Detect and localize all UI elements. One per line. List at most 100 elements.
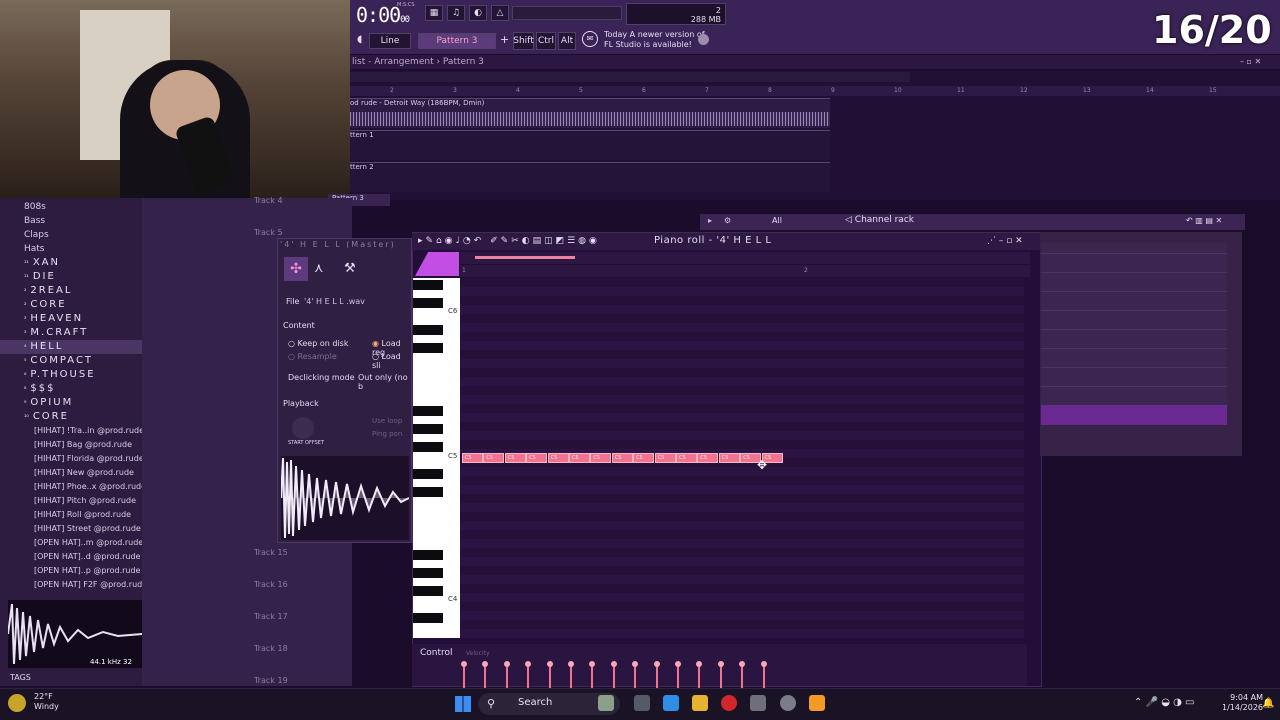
piano-black-key[interactable] [413, 550, 443, 560]
browser-pack-item[interactable]: ⁶ P.THOUSE [0, 368, 142, 382]
browser-sample-item[interactable]: [HIHAT] Florida @prod.rude [0, 452, 142, 466]
velocity-bar[interactable] [719, 664, 722, 688]
browser-pack-item[interactable]: ⁴ HELL [0, 340, 142, 354]
playlist-ruler[interactable]: 2 3 4 5 6 7 8 9 10 11 12 13 14 15 [350, 86, 1280, 96]
browser-pack-item[interactable]: ¹¹ XAN [0, 256, 142, 270]
velocity-bar[interactable] [505, 664, 508, 688]
velocity-bar[interactable] [570, 664, 572, 688]
playlist-window-controls[interactable]: – ▫ ✕ [1240, 57, 1261, 66]
track-label[interactable]: Track 15 [254, 548, 288, 557]
pattern-clip-2[interactable]: ttern 2 [350, 162, 830, 192]
piano-note[interactable]: C5 [569, 453, 590, 463]
chrome-icon[interactable] [780, 695, 796, 711]
snap-select[interactable]: Line [369, 33, 411, 49]
tray-icons[interactable]: ⌃ 🎤 ◒ ◑ ▭ [1134, 697, 1194, 708]
step-icon[interactable]: ♫ [447, 5, 465, 21]
velocity-handle[interactable] [568, 661, 574, 667]
rack-filter[interactable]: All [772, 216, 782, 225]
velocity-handle[interactable] [653, 661, 660, 667]
rack-arrow-icon[interactable]: ▸ [708, 216, 712, 225]
piano-black-key[interactable] [413, 343, 443, 353]
piano-note[interactable]: C5 [676, 453, 697, 463]
magnet-icon[interactable]: ◖ [357, 34, 362, 45]
browser-sample-item[interactable]: [HIHAT] New @prod.rude [0, 466, 142, 480]
keep-on-disk-option[interactable]: ○ Keep on disk [288, 339, 348, 348]
browser-folder[interactable]: Bass [0, 214, 142, 228]
track-label[interactable]: Track 17 [254, 612, 288, 621]
velocity-handle[interactable] [610, 661, 617, 667]
start-offset-knob[interactable] [292, 417, 314, 439]
fl-studio-icon[interactable] [809, 695, 825, 711]
browser-pack-item[interactable]: ³ HEAVEN [0, 312, 142, 326]
add-pattern-icon[interactable]: + [500, 33, 509, 46]
piano-note[interactable]: C5 [718, 453, 740, 463]
piano-black-key[interactable] [413, 280, 443, 290]
opera-icon[interactable] [721, 695, 737, 711]
file-name[interactable]: '4' H E L L .wav [304, 297, 365, 306]
browser-sample-item[interactable]: [HIHAT] Street @prod.rude [0, 522, 142, 536]
browser-sample-item[interactable]: [OPEN HAT]..p @prod.rude [0, 564, 142, 578]
piano-roll-window-controls[interactable]: ⋰ – ▫ ✕ [987, 236, 1023, 246]
load-sli-option[interactable]: ○ Load sli [372, 352, 411, 370]
browser-pack-item[interactable]: ¹⁰ CORE [0, 410, 142, 424]
velocity-bar[interactable] [634, 664, 637, 688]
velocity-handle[interactable] [760, 661, 767, 667]
browser-tags[interactable]: TAGS [0, 670, 142, 686]
taskview-icon[interactable] [634, 695, 650, 711]
piano-note[interactable]: C5 [483, 453, 505, 463]
notification-icon[interactable]: 🔔 [1262, 698, 1274, 709]
master-pitch-slider[interactable] [512, 6, 622, 20]
track-label[interactable]: Track 5 [254, 228, 283, 237]
channel-rack-selected-row[interactable] [1041, 405, 1227, 425]
browser-pack-item[interactable]: ⁸ $$$ [0, 382, 142, 396]
sampler-tab-icon[interactable]: ✣ [284, 257, 308, 281]
pattern-song-icon[interactable]: ▦ [425, 5, 443, 21]
browser-pack-item[interactable]: ⁵ COMPACT [0, 354, 142, 368]
ping-pong-option[interactable]: Ping pon [372, 430, 402, 438]
alt-button[interactable]: Alt [558, 32, 576, 50]
misc-tab-icon[interactable]: ⚒ [344, 261, 356, 276]
velocity-bar[interactable] [741, 664, 744, 688]
velocity-handle[interactable] [461, 661, 467, 667]
rack-gear-icon[interactable]: ⚙ [724, 216, 731, 225]
velocity-bar[interactable] [527, 664, 530, 688]
browser-pack-item[interactable]: ² 2REAL [0, 284, 142, 298]
widget-app-icon[interactable] [598, 695, 614, 711]
browser-folder[interactable]: Claps [0, 228, 142, 242]
velocity-bar[interactable] [762, 664, 765, 688]
velocity-bar[interactable] [655, 664, 658, 688]
piano-black-key[interactable] [413, 442, 443, 452]
metronome-icon[interactable]: △ [491, 5, 509, 21]
browser-pack-item[interactable]: ² CORE [0, 298, 142, 312]
piano-black-key[interactable] [413, 613, 443, 623]
copilot-icon[interactable] [663, 695, 679, 711]
weather-widget[interactable]: 22°F Windy [34, 692, 59, 712]
velocity-bar[interactable] [463, 664, 465, 688]
piano-note[interactable]: C5 [654, 453, 676, 463]
velocity-bar[interactable] [698, 664, 701, 688]
browser-sample-item[interactable]: [HIHAT] Phoe..x @prod.rude [0, 480, 142, 494]
piano-note[interactable]: C5 [697, 453, 719, 463]
envelope-tab-icon[interactable]: ⋏ [314, 261, 324, 276]
browser-sample-item[interactable]: [OPEN HAT]..m @prod.rude [0, 536, 142, 550]
piano-black-key[interactable] [413, 406, 443, 416]
track-label[interactable]: Track 19 [254, 676, 288, 685]
piano-black-key[interactable] [413, 325, 443, 335]
browser-sample-item[interactable]: [HIHAT] Roll @prod.rude [0, 508, 142, 522]
control-label[interactable]: Control [420, 648, 453, 658]
piano-note[interactable]: C5 [547, 453, 569, 463]
start-icon[interactable] [455, 696, 471, 712]
browser-pack-item[interactable]: ³ M.CRAFT [0, 326, 142, 340]
taskbar-clock[interactable]: 9:04 AM 1/14/2026 [1222, 693, 1263, 713]
channel-rack-rows[interactable] [1041, 243, 1227, 424]
velocity-handle[interactable] [503, 661, 510, 667]
pattern-clip-1[interactable]: ttern 1 [350, 130, 830, 160]
piano-note[interactable]: C5 [633, 453, 655, 463]
velocity-bar[interactable] [591, 664, 594, 688]
browser-sample-item[interactable]: [OPEN HAT]..d @prod.rude [0, 550, 142, 564]
piano-black-key[interactable] [413, 487, 443, 497]
weather-icon[interactable] [8, 694, 26, 712]
track-label[interactable]: Track 18 [254, 644, 288, 653]
velocity-bar[interactable] [484, 664, 487, 688]
piano-note[interactable]: C5 [504, 453, 526, 463]
